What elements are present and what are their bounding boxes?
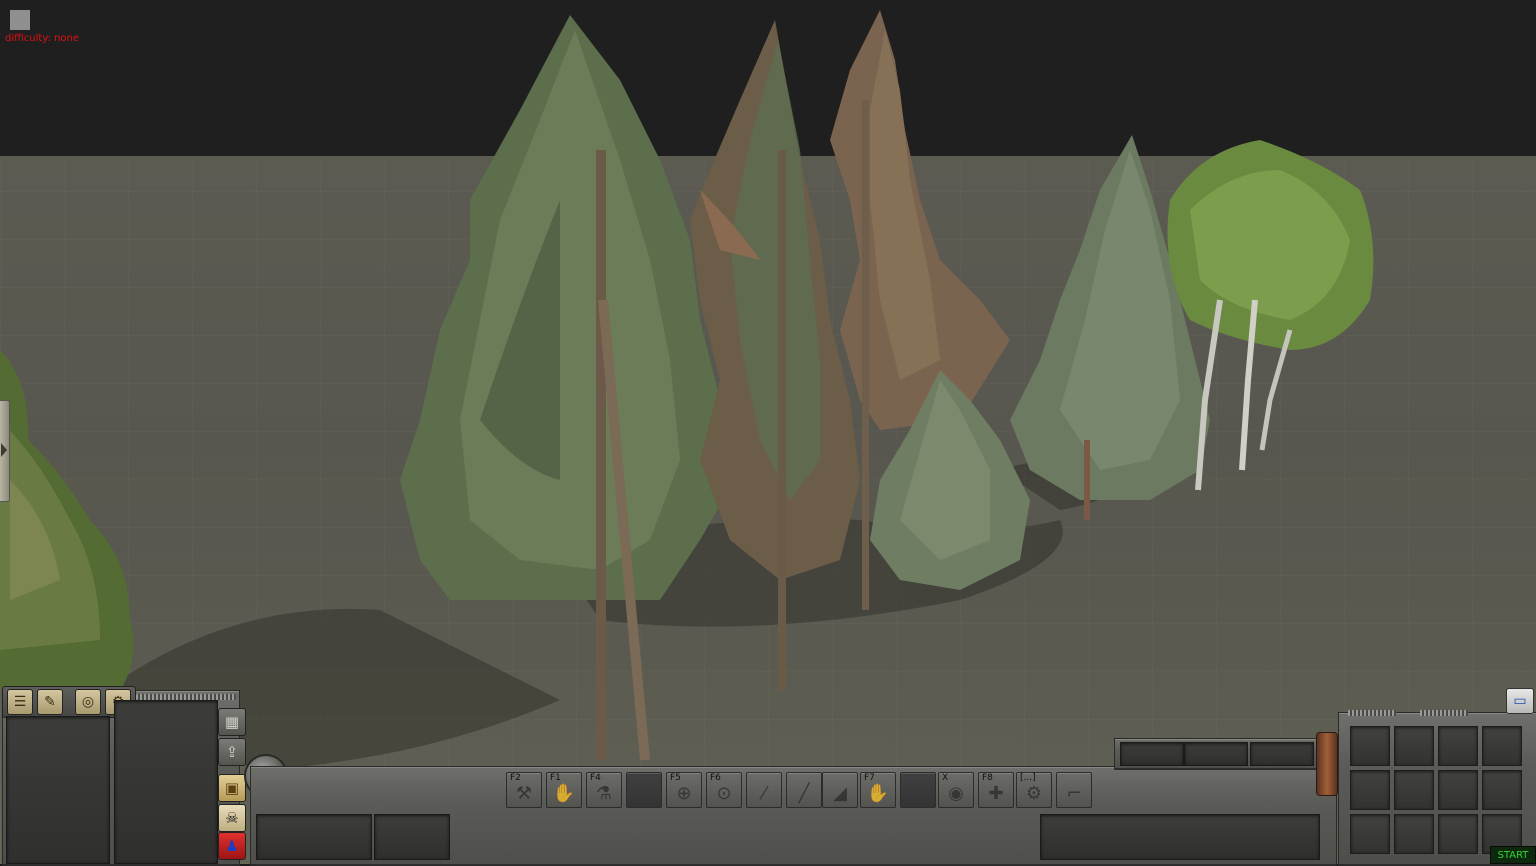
crosshair-icon: ⊕ — [676, 782, 692, 804]
hotbar-slot[interactable]: F4 ⚗ — [586, 772, 622, 808]
difficulty-label: difficulty: none — [5, 33, 80, 44]
hotbar-slot[interactable]: F2 ⚒ — [506, 772, 542, 808]
inventory-cell[interactable] — [1350, 814, 1390, 854]
rifle-icon: ╱ — [798, 782, 810, 804]
left-detail-pane — [114, 700, 218, 864]
inventory-cell[interactable] — [1394, 770, 1434, 810]
indicator-slot — [1120, 742, 1184, 766]
inventory-grid — [1350, 726, 1530, 860]
hotbar-slot[interactable]: F1 ✋ — [546, 772, 582, 808]
monitor-button[interactable]: ▭ — [1506, 688, 1534, 714]
crate-icon: ▣ — [224, 779, 240, 797]
bar-handle[interactable] — [1316, 732, 1338, 796]
left-info-pane — [6, 716, 110, 864]
squad-button[interactable]: ♟ — [218, 832, 246, 860]
pencil-button[interactable]: ✎ — [37, 689, 63, 715]
inventory-spring — [1420, 710, 1468, 716]
skull-icon: ☠ — [225, 809, 239, 827]
hand-icon: ✋ — [866, 782, 890, 804]
hotbar-slot[interactable]: F5 ⊕ — [666, 772, 702, 808]
boot-icon: ◢ — [833, 782, 847, 804]
start-button[interactable]: START — [1490, 846, 1536, 864]
compass-button[interactable]: ◎ — [75, 689, 101, 715]
inventory-cell[interactable] — [1394, 726, 1434, 766]
skull-button[interactable]: ☠ — [218, 804, 246, 832]
plus-icon: ✚ — [988, 782, 1004, 804]
pistol-icon: ⌐ — [1066, 782, 1082, 804]
indicator-slot — [1184, 742, 1248, 766]
hotbar-slot[interactable]: ⁄ — [746, 772, 782, 808]
inventory-cell[interactable] — [1350, 726, 1390, 766]
shovel-icon: ⚒ — [515, 782, 533, 804]
hotbar-slot[interactable]: [...] ⚙ — [1016, 772, 1052, 808]
map-button[interactable]: ⇪ — [218, 738, 246, 766]
grid-button[interactable]: ▦ — [218, 708, 246, 736]
weapon-slot-primary[interactable] — [256, 814, 372, 860]
grid-icon: ▦ — [224, 713, 240, 731]
hotbar-slot[interactable]: X ◉ — [938, 772, 974, 808]
hotbar-slot[interactable]: ◢ — [822, 772, 858, 808]
inventory-spring — [1348, 710, 1396, 716]
hotbar-slot[interactable] — [626, 772, 662, 808]
tool-icon: ⚗ — [595, 782, 613, 804]
grenade-icon: ✋ — [552, 782, 576, 804]
debug-square — [10, 10, 30, 30]
status-slot[interactable] — [1040, 814, 1320, 860]
inventory-cell[interactable] — [1438, 726, 1478, 766]
hotbar: F2 ⚒ F1 ✋ F4 ⚗ F5 ⊕ F6 ⊙ ⁄ ╱ ◢ F7 ✋ X ◉ F8 ✚ [...] ⚙ ⌐ — [506, 772, 1092, 808]
binoculars-icon: ⊙ — [716, 782, 732, 804]
hotbar-slot[interactable]: F7 ✋ — [860, 772, 896, 808]
inventory-cell[interactable] — [1394, 814, 1434, 854]
inventory-cell[interactable] — [1438, 814, 1478, 854]
inventory-cell[interactable] — [1482, 726, 1522, 766]
weapon-slot-secondary[interactable] — [374, 814, 450, 860]
journal-icon: ☰ — [13, 694, 27, 710]
eye-icon: ◉ — [948, 782, 964, 804]
inventory-cell[interactable] — [1350, 770, 1390, 810]
journal-button[interactable]: ☰ — [7, 689, 33, 715]
side-panel-toggle[interactable] — [0, 400, 10, 502]
map-icon: ⇪ — [225, 743, 239, 761]
hotbar-slot[interactable]: F6 ⊙ — [706, 772, 742, 808]
red-squad-icon: ♟ — [225, 837, 239, 855]
crate-button[interactable]: ▣ — [218, 774, 246, 802]
indicator-slot — [1250, 742, 1314, 766]
inventory-cell[interactable] — [1438, 770, 1478, 810]
compass-icon: ◎ — [81, 694, 95, 710]
inventory-cell[interactable] — [1482, 770, 1522, 810]
hotbar-slot[interactable]: F8 ✚ — [978, 772, 1014, 808]
monitor-icon: ▭ — [1513, 693, 1527, 709]
pencil-icon: ✎ — [44, 694, 56, 710]
wrench-icon: ⚙ — [1025, 782, 1043, 804]
hotbar-slot[interactable]: ⌐ — [1056, 772, 1092, 808]
hotbar-slot[interactable]: ╱ — [786, 772, 822, 808]
left-bush — [0, 350, 134, 690]
knife-icon: ⁄ — [762, 782, 766, 804]
hotbar-slot[interactable] — [900, 772, 936, 808]
